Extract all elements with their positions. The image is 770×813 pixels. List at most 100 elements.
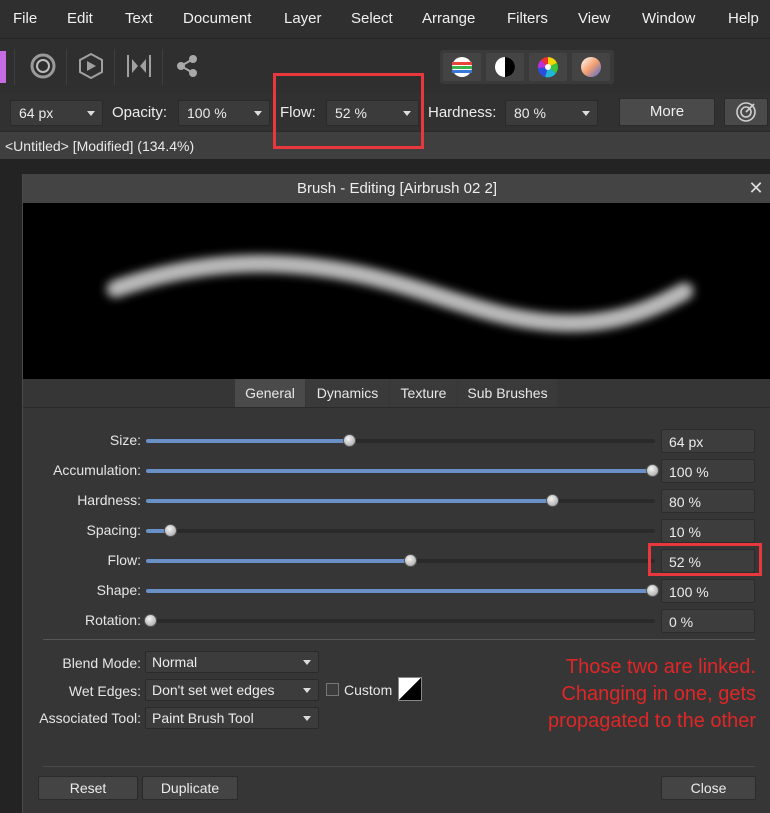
duplicate-button[interactable]: Duplicate xyxy=(142,776,238,800)
associated-tool-select[interactable]: Paint Brush Tool xyxy=(145,707,319,729)
annotation-highlight-toolbar-flow xyxy=(273,73,424,149)
accumulation-label-box: Accumulation: xyxy=(23,462,141,480)
wet-edges-label: Wet Edges: xyxy=(68,683,141,699)
menu-filters[interactable]: Filters xyxy=(507,10,548,27)
hardness-value: 80 % xyxy=(514,105,546,121)
brush-preview xyxy=(23,203,770,379)
flow-label: Flow: xyxy=(107,552,141,568)
shape-slider-fill xyxy=(146,589,655,593)
close-icon[interactable]: ✕ xyxy=(747,178,765,198)
persona-hexagon-icon[interactable] xyxy=(74,49,108,83)
persona-button-group xyxy=(440,50,614,84)
size-value-field[interactable]: 64 px xyxy=(661,429,755,453)
tab-texture[interactable]: Texture xyxy=(390,379,457,407)
annotation-line: Changing in one, gets xyxy=(561,683,756,705)
size-slider[interactable] xyxy=(146,439,655,443)
flow-slider[interactable] xyxy=(146,559,655,563)
menu-text[interactable]: Text xyxy=(125,10,153,27)
reset-button[interactable]: Reset xyxy=(38,776,138,800)
tab-dynamics[interactable]: Dynamics xyxy=(306,379,389,407)
spacing-slider[interactable] xyxy=(146,529,655,533)
opacity-value: 100 % xyxy=(187,105,227,121)
hardness-slider-handle[interactable] xyxy=(546,494,560,507)
ring-icon[interactable] xyxy=(26,49,60,83)
divider xyxy=(43,766,755,767)
export-persona-icon[interactable] xyxy=(122,49,156,83)
accumulation-slider-handle[interactable] xyxy=(646,464,659,477)
chevron-down-icon xyxy=(254,111,262,116)
annotation-highlight-dialog-flow xyxy=(648,543,762,576)
menu-arrange[interactable]: Arrange xyxy=(422,10,475,27)
menu-edit[interactable]: Edit xyxy=(67,10,93,27)
pink-swatch-icon[interactable] xyxy=(0,51,6,83)
flow-label-box: Flow: xyxy=(23,552,141,570)
custom-label: Custom xyxy=(344,682,393,698)
divider xyxy=(23,407,770,408)
rotation-label-box: Rotation: xyxy=(23,612,141,630)
associated-tool-label: Associated Tool: xyxy=(39,710,141,726)
wet-edges-label-box: Wet Edges: xyxy=(23,683,141,701)
shape-slider[interactable] xyxy=(146,589,655,593)
black-white-icon[interactable] xyxy=(486,53,524,81)
chevron-down-icon xyxy=(303,688,311,693)
menu-file[interactable]: File xyxy=(13,10,37,27)
menu-select[interactable]: Select xyxy=(351,10,393,27)
toolbar-separator xyxy=(66,49,67,85)
rotation-slider-handle[interactable] xyxy=(144,614,157,627)
wet-edges-value: Don't set wet edges xyxy=(152,682,275,698)
shape-value-field[interactable]: 100 % xyxy=(661,579,755,603)
accumulation-slider[interactable] xyxy=(146,469,655,473)
menu-view[interactable]: View xyxy=(578,10,610,27)
spacing-slider-handle[interactable] xyxy=(164,524,178,537)
gradient-sphere-icon[interactable] xyxy=(572,53,610,81)
blend-mode-select[interactable]: Normal xyxy=(145,651,319,673)
associated-tool-value: Paint Brush Tool xyxy=(152,710,254,726)
spacing-value-field[interactable]: 10 % xyxy=(661,519,755,543)
color-wheel-icon[interactable] xyxy=(529,53,567,81)
color-swatch[interactable] xyxy=(398,677,422,701)
brush-size-dropdown[interactable]: 64 px xyxy=(10,100,103,126)
custom-checkbox[interactable] xyxy=(326,683,339,696)
hardness-value-field[interactable]: 80 % xyxy=(661,489,755,513)
rotation-slider[interactable] xyxy=(146,619,655,623)
opacity-dropdown[interactable]: 100 % xyxy=(178,100,270,126)
size-label: Size: xyxy=(109,432,141,448)
menu-help[interactable]: Help xyxy=(728,10,759,27)
more-button[interactable]: More xyxy=(619,98,715,126)
accumulation-label: Accumulation: xyxy=(53,462,141,478)
flow-slider-handle[interactable] xyxy=(403,554,417,567)
menu-layer[interactable]: Layer xyxy=(284,10,322,27)
flow-slider-fill xyxy=(146,559,411,563)
menu-bar: File Edit Text Document Layer Select Arr… xyxy=(0,0,770,38)
tab-general[interactable]: General xyxy=(235,379,305,407)
hardness-label-box: Hardness: xyxy=(23,492,141,510)
tab-sub-brushes[interactable]: Sub Brushes xyxy=(458,379,557,407)
divider xyxy=(43,639,755,640)
chevron-down-icon xyxy=(303,716,311,721)
dialog-title-bar[interactable]: Brush - Editing [Airbrush 02 2] ✕ xyxy=(23,174,770,203)
annotation-text: Those two are linked. Changing in one, g… xyxy=(476,654,756,735)
hardness-dropdown[interactable]: 80 % xyxy=(505,100,598,126)
spacing-label: Spacing: xyxy=(86,522,141,538)
color-balance-icon[interactable] xyxy=(443,53,481,81)
document-title: <Untitled> [Modified] (134.4%) xyxy=(5,138,195,154)
dialog-title: Brush - Editing [Airbrush 02 2] xyxy=(296,180,498,197)
close-button[interactable]: Close xyxy=(661,776,756,800)
shape-label: Shape: xyxy=(96,582,141,598)
rotation-value-field[interactable]: 0 % xyxy=(661,609,755,633)
size-slider-handle[interactable] xyxy=(342,434,356,447)
hardness-label: Hardness: xyxy=(428,104,497,121)
accumulation-value-field[interactable]: 100 % xyxy=(661,459,755,483)
annotation-line: propagated to the other xyxy=(548,710,756,732)
wet-edges-select[interactable]: Don't set wet edges xyxy=(145,679,319,701)
hardness-label: Hardness: xyxy=(77,492,141,508)
toolbar-separator xyxy=(162,49,163,85)
size-label-box: Size: xyxy=(23,432,141,450)
share-icon[interactable] xyxy=(170,49,204,83)
target-icon[interactable] xyxy=(724,98,768,126)
hardness-slider[interactable] xyxy=(146,499,655,503)
shape-slider-handle[interactable] xyxy=(646,584,659,597)
dialog-tabs: General Dynamics Texture Sub Brushes xyxy=(23,379,770,407)
menu-window[interactable]: Window xyxy=(642,10,695,27)
menu-document[interactable]: Document xyxy=(183,10,251,27)
